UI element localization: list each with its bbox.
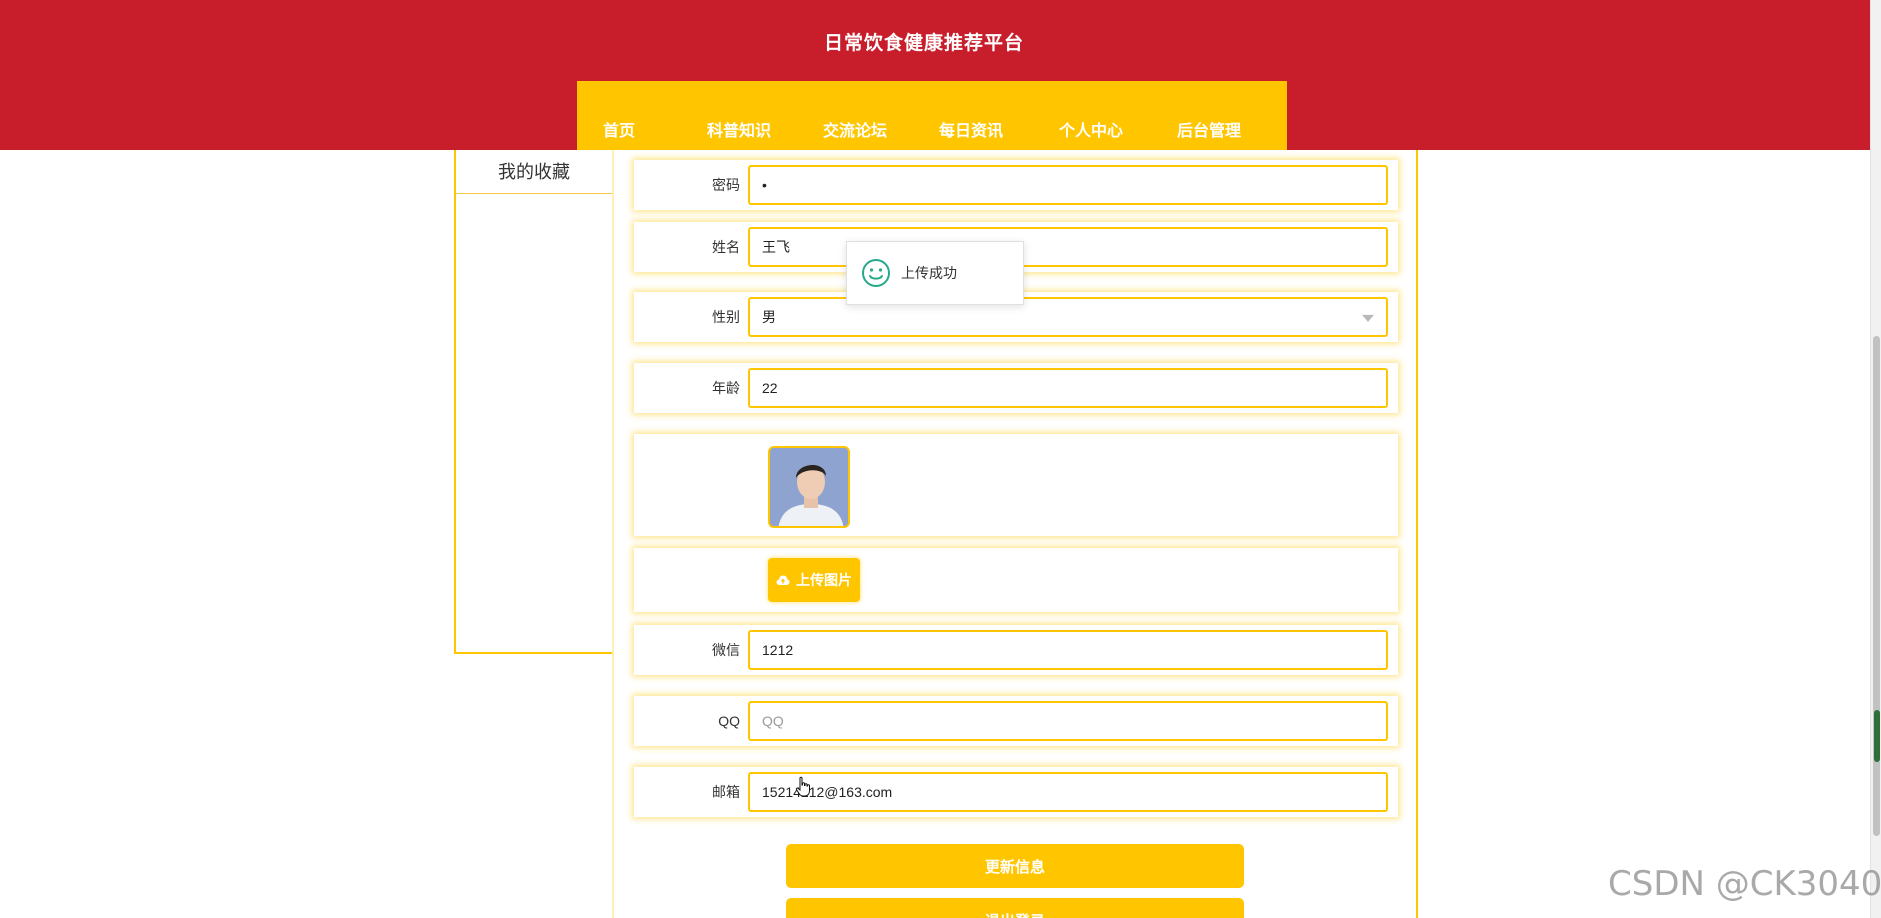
main-nav: 首页 科普知识 交流论坛 每日资讯 个人中心 后台管理 (577, 81, 1287, 150)
password-label: 密码 (712, 177, 740, 193)
email-label: 邮箱 (712, 784, 740, 800)
form-row-qq: QQ (634, 696, 1398, 746)
sidebar-item-favorites[interactable]: 我的收藏 (456, 150, 612, 194)
form-row-avatar (634, 434, 1398, 536)
nav-forum[interactable]: 交流论坛 (823, 117, 939, 141)
toast-message: 上传成功 (846, 241, 1024, 305)
qq-input[interactable] (748, 701, 1388, 741)
toast-text: 上传成功 (901, 265, 957, 281)
avatar (768, 446, 850, 528)
watermark: CSDN @CK3040 (1608, 864, 1881, 904)
sidebar: 我的收藏 (454, 150, 614, 654)
gender-label: 性别 (712, 309, 740, 325)
gender-value: 男 (762, 309, 776, 325)
page: 日常饮食健康推荐平台 首页 科普知识 交流论坛 每日资讯 个人中心 后台管理 我… (0, 0, 1881, 918)
name-field[interactable]: 王飞 (748, 227, 1388, 267)
site-title: 日常饮食健康推荐平台 (823, 33, 1024, 54)
nav-daily-news[interactable]: 每日资讯 (939, 117, 1059, 141)
password-field[interactable]: • (748, 165, 1388, 205)
nav-home[interactable]: 首页 (603, 117, 707, 141)
form-row-password: 密码 • (634, 160, 1398, 210)
page-scrollbar[interactable] (1870, 0, 1881, 918)
scrollbar-marker (1874, 710, 1880, 762)
form-row-wechat: 微信 1212 (634, 625, 1398, 675)
upload-image-button[interactable]: 上传图片 (768, 558, 860, 602)
chevron-down-icon (1362, 314, 1374, 322)
nav-science-knowledge[interactable]: 科普知识 (707, 117, 823, 141)
logout-button[interactable]: 退出登录 (786, 898, 1244, 918)
update-info-button[interactable]: 更新信息 (786, 844, 1244, 888)
avatar-photo-icon (770, 448, 848, 526)
qq-label: QQ (718, 713, 740, 729)
email-field[interactable]: 15214212@163.com (748, 772, 1388, 812)
nav-personal-center[interactable]: 个人中心 (1059, 117, 1177, 141)
upload-button-label: 上传图片 (796, 572, 852, 588)
name-label: 姓名 (712, 239, 740, 255)
age-label: 年龄 (712, 380, 740, 396)
wechat-label: 微信 (712, 642, 740, 658)
site-header: 日常饮食健康推荐平台 首页 科普知识 交流论坛 每日资讯 个人中心 后台管理 (0, 0, 1870, 150)
form-row-email: 邮箱 15214212@163.com (634, 767, 1398, 817)
hand-cursor-icon (795, 776, 810, 797)
smile-icon (862, 259, 890, 287)
form-row-age: 年龄 22 (634, 363, 1398, 413)
wechat-field[interactable]: 1212 (748, 630, 1388, 670)
form-row-upload: 上传图片 (634, 548, 1398, 612)
gender-select[interactable]: 男 (748, 297, 1388, 337)
age-field[interactable]: 22 (748, 368, 1388, 408)
nav-admin[interactable]: 后台管理 (1177, 117, 1267, 141)
cloud-upload-icon (776, 575, 790, 585)
